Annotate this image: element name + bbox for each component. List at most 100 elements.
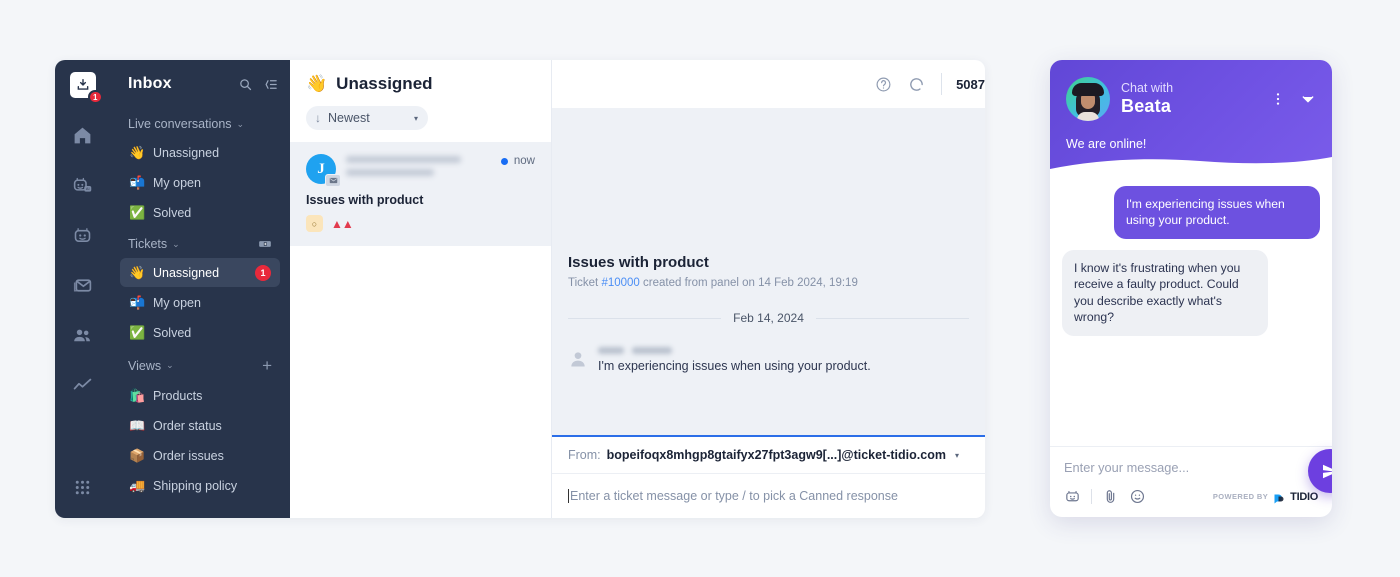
conversation-list-header: 👋 Unassigned ↓ Newest ▾ <box>290 60 551 142</box>
sidebar-group-live-conversations[interactable]: Live conversations ⌄ <box>120 108 280 138</box>
message-text: I'm experiencing issues when using your … <box>598 359 871 373</box>
conversation-list-title-label: Unassigned <box>336 74 433 93</box>
message-avatar-icon <box>568 349 588 369</box>
visitor-message-bubble: I'm experiencing issues when using your … <box>1114 186 1320 239</box>
from-row[interactable]: From: bopeifoqx8mhgp8gtaifyx27fpt3agw9[.… <box>552 437 985 474</box>
conversation-list-panel: 👋 Unassigned ↓ Newest ▾ J now Issues wit… <box>290 60 552 518</box>
sidebar-item-products[interactable]: 🛍️ Products <box>120 381 280 410</box>
sidebar-item-emoji-icon: 🚚 <box>129 478 146 493</box>
sidebar-item-order-issues[interactable]: 📦 Order issues <box>120 441 280 470</box>
chat-widget: Chat with Beata We are online! I'm exper… <box>1050 60 1332 517</box>
sort-dropdown[interactable]: ↓ Newest ▾ <box>306 106 428 130</box>
conversation-meta: now <box>500 154 535 167</box>
sidebar-item-emoji-icon: ✅ <box>129 325 146 340</box>
avatar-hat <box>1072 83 1104 96</box>
sidebar-header-actions <box>238 77 278 92</box>
sort-arrow-icon: ↓ <box>315 111 321 125</box>
ticket-toolbar: 5087 <box>552 60 985 108</box>
sidebar-item-shipping-policy[interactable]: 🚚 Shipping policy <box>120 471 280 500</box>
ai-agent-icon[interactable]: AI <box>66 168 100 202</box>
inbox-logo-icon[interactable]: 1 <box>69 72 103 104</box>
sidebar-item-label: My open <box>153 175 201 190</box>
wave-emoji-icon: 👋 <box>306 74 328 93</box>
svg-text:AI: AI <box>86 187 90 191</box>
sidebar-item-label: Shipping policy <box>153 478 238 493</box>
kebab-menu-icon[interactable] <box>1270 91 1286 107</box>
ticket-id-link[interactable]: #10000 <box>601 277 639 289</box>
redacted-line <box>598 347 624 354</box>
screen: 1 AI Inbox Live conversations ⌄ 👋 Unassi… <box>0 0 1400 577</box>
ticket-meta: Ticket #10000 created from panel on 14 F… <box>568 277 969 289</box>
date-divider: Feb 14, 2024 <box>568 311 969 325</box>
redacted-line <box>346 169 434 176</box>
sidebar-item-unassigned[interactable]: 👋 Unassigned <box>120 138 280 167</box>
contacts-icon[interactable] <box>66 318 100 352</box>
help-circle-icon[interactable] <box>875 76 892 93</box>
sidebar-group-views[interactable]: Views ⌄ + <box>120 348 280 381</box>
agent-name: Beata <box>1121 95 1172 116</box>
chat-messages: I'm experiencing issues when using your … <box>1050 176 1332 446</box>
chat-footer-tools: POWERED BY TIDIO <box>1064 488 1318 505</box>
ticket-message-placeholder: Enter a ticket message or type / to pick… <box>570 489 898 503</box>
powered-by-label: POWERED BY <box>1212 492 1269 501</box>
inbox-sidebar: Inbox Live conversations ⌄ 👋 Unassigned 📬 My … <box>110 60 290 518</box>
sidebar-header: Inbox <box>120 60 280 108</box>
online-status: We are online! <box>1066 137 1147 151</box>
chat-widget-actions <box>1270 91 1316 107</box>
emoji-smiley-icon[interactable] <box>1129 488 1146 505</box>
analytics-icon[interactable] <box>66 368 100 402</box>
ticket-badge-icon: ○ <box>306 215 323 232</box>
chat-widget-header: Chat with Beata We are online! <box>1050 60 1332 177</box>
sidebar-item-order-status[interactable]: 📖 Order status <box>120 411 280 440</box>
collapse-panel-icon[interactable] <box>263 77 278 92</box>
chevron-down-icon: ⌄ <box>166 360 174 370</box>
sidebar-group-label: Live conversations <box>128 117 232 131</box>
paperclip-icon[interactable] <box>1102 488 1119 505</box>
send-paper-plane-icon <box>1322 464 1332 478</box>
sender-redacted <box>346 154 491 182</box>
sidebar-item-emoji-icon: 👋 <box>129 265 146 280</box>
sidebar-item-solved[interactable]: ✅ Solved <box>120 198 280 227</box>
avatar-body <box>1077 112 1099 121</box>
chevron-down-icon[interactable] <box>1300 91 1316 107</box>
sidebar-item-my-open[interactable]: 📬 My open <box>120 168 280 197</box>
sidebar-item-label: Unassigned <box>153 265 220 280</box>
sidebar-item-emoji-icon: 📦 <box>129 448 146 463</box>
sidebar-item-emoji-icon: ✅ <box>129 205 146 220</box>
ticket-message: I'm experiencing issues when using your … <box>552 347 985 387</box>
unread-dot-icon <box>500 157 508 165</box>
sidebar-item-emoji-icon: 📖 <box>129 418 146 433</box>
ticket-composer: From: bopeifoqx8mhgp8gtaifyx27fpt3agw9[.… <box>552 435 985 518</box>
from-address: bopeifoqx8mhgp8gtaifyx27fpt3agw9[...]@ti… <box>606 448 946 462</box>
redacted-line <box>346 156 461 163</box>
sidebar-item-my-open[interactable]: 📬 My open <box>120 288 280 317</box>
sidebar-item-solved[interactable]: ✅ Solved <box>120 318 280 347</box>
page-title: Inbox <box>128 75 172 92</box>
send-button[interactable] <box>1308 449 1332 493</box>
new-ticket-icon[interactable] <box>258 237 272 251</box>
conversation-row: J now <box>306 154 535 187</box>
sidebar-item-label: Order status <box>153 418 222 433</box>
apps-grid-icon[interactable] <box>66 470 100 504</box>
chevron-down-icon: ▾ <box>954 450 959 460</box>
ticket-message-input[interactable]: Enter a ticket message or type / to pick… <box>552 474 985 518</box>
inbox-unread-badge: 1 <box>88 90 103 104</box>
sidebar-item-label: My open <box>153 295 201 310</box>
sidebar-item-emoji-icon: 📬 <box>129 175 146 190</box>
agent-avatar <box>1066 77 1110 121</box>
list-item[interactable]: J now Issues with product ○ ▲▲ <box>290 142 551 246</box>
sidebar-item-unassigned[interactable]: 👋 Unassigned 1 <box>120 258 280 287</box>
chatbot-icon[interactable] <box>66 218 100 252</box>
loading-spinner-icon[interactable] <box>908 76 925 93</box>
sidebar-groups: Live conversations ⌄ 👋 Unassigned 📬 My open ✅ S… <box>120 108 280 500</box>
header-wave-decoration <box>1050 157 1332 177</box>
home-icon[interactable] <box>66 118 100 152</box>
chat-message-input[interactable]: Enter your message... <box>1064 460 1318 475</box>
tidio-logo-icon <box>1273 491 1285 504</box>
sidebar-group-tickets[interactable]: Tickets ⌄ <box>120 228 280 258</box>
email-icon[interactable] <box>66 268 100 302</box>
tidio-app-window: 1 AI Inbox Live conversations ⌄ 👋 Unassi… <box>55 60 985 518</box>
chatbot-icon[interactable] <box>1064 488 1081 505</box>
search-icon[interactable] <box>238 77 253 92</box>
add-view-icon[interactable]: + <box>262 357 272 374</box>
